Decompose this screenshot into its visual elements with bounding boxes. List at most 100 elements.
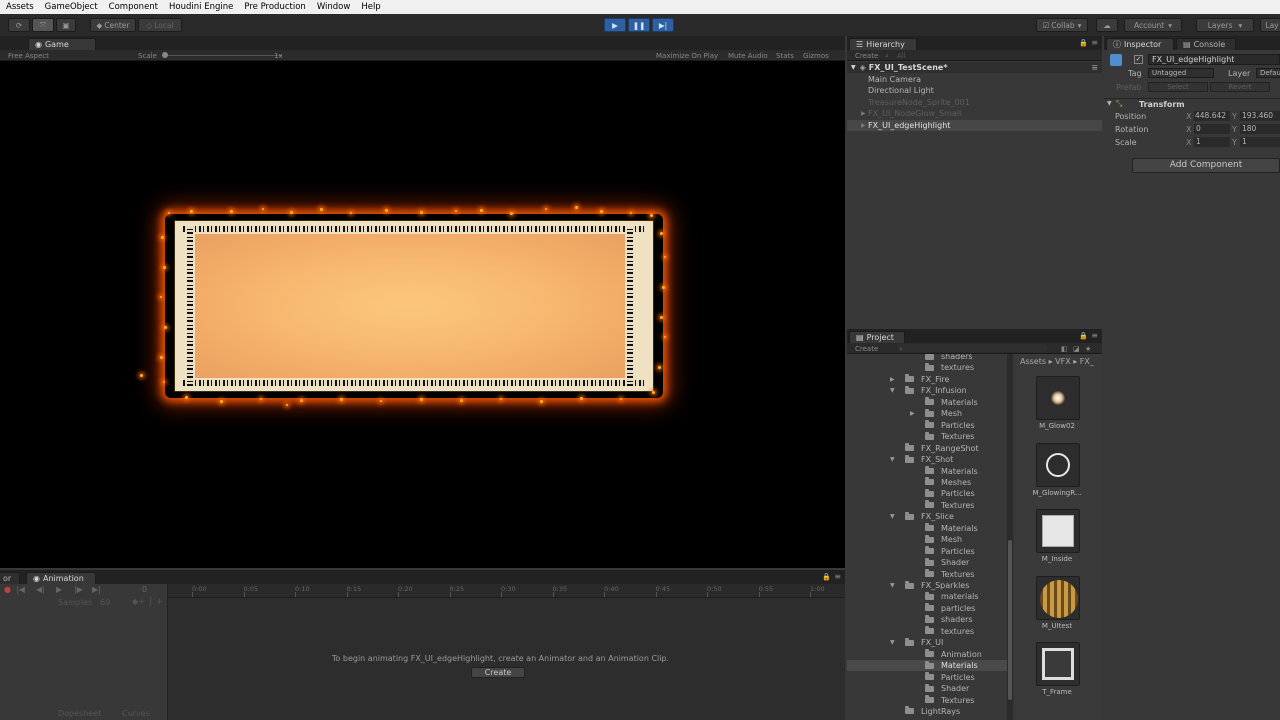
asset-thumbnail[interactable] xyxy=(1036,575,1080,620)
project-folder[interactable]: Materials xyxy=(847,466,1007,477)
step-button[interactable]: ▶| xyxy=(652,18,674,32)
add-keyframe-icon[interactable]: ◆+ xyxy=(132,597,145,606)
last-key-icon[interactable]: ▶| xyxy=(92,585,101,594)
menu-pre-production[interactable]: Pre Production xyxy=(244,2,305,12)
tab-game[interactable]: ◉ Game xyxy=(28,38,96,50)
project-folder[interactable]: LightRays xyxy=(847,706,1007,717)
filter-label-icon[interactable]: ◪ xyxy=(1073,345,1080,353)
asset-thumbnail[interactable] xyxy=(1036,376,1080,420)
project-folder[interactable]: textures xyxy=(847,362,1007,373)
first-key-icon[interactable]: |◀ xyxy=(16,585,25,594)
layers-dropdown[interactable]: Layers ▾ xyxy=(1196,18,1254,32)
tree-scrollbar[interactable] xyxy=(1007,354,1013,720)
menu-assets[interactable]: Assets xyxy=(6,2,34,12)
next-key-icon[interactable]: |▶ xyxy=(74,585,83,594)
timeline-ruler[interactable]: 0:00 0:05 0:10 0:15 0:20 0:25 0:30 0:35 0:40 0:45… xyxy=(168,584,845,598)
menu-window[interactable]: Window xyxy=(317,2,351,12)
rotation-y-field[interactable]: 180 xyxy=(1240,124,1280,134)
hierarchy-item[interactable]: Directional Light xyxy=(847,85,1102,96)
project-folder[interactable]: shaders xyxy=(847,354,1007,362)
record-icon[interactable]: ● xyxy=(4,585,11,594)
project-folder[interactable]: ▼ FX_Infusion xyxy=(847,385,1007,396)
tab-console[interactable]: ▤ Console xyxy=(1176,38,1236,50)
expand-arrow-icon[interactable]: ▼ xyxy=(890,639,895,646)
rect-tool-button[interactable]: ⤧ xyxy=(32,18,54,32)
stats-toggle[interactable]: Stats xyxy=(776,52,794,60)
project-folder[interactable]: Meshes xyxy=(847,477,1007,488)
object-name-field[interactable]: FX_UI_edgeHighlight xyxy=(1148,54,1280,65)
project-folder[interactable]: particles xyxy=(847,603,1007,614)
menu-houdini-engine[interactable]: Houdini Engine xyxy=(169,2,233,12)
asset-thumbnail[interactable] xyxy=(1036,509,1080,553)
dopesheet-tab[interactable]: Dopesheet xyxy=(58,709,101,718)
project-folder[interactable]: ▶ Mesh xyxy=(847,408,1007,419)
panel-menu-icon[interactable]: ≡ xyxy=(1091,331,1098,340)
panel-menu-icon[interactable]: ≡ xyxy=(834,572,841,581)
project-folder[interactable]: Materials xyxy=(847,660,1007,672)
project-folder[interactable]: Particles xyxy=(847,672,1007,683)
project-folder[interactable]: ▼ FX_Shot xyxy=(847,454,1007,465)
add-event-icon[interactable]: ▏+ xyxy=(150,597,163,606)
scale-slider-thumb[interactable] xyxy=(162,52,168,58)
project-folder[interactable]: Shader xyxy=(847,557,1007,568)
scene-menu-icon[interactable]: ≡ xyxy=(1091,63,1098,72)
samples-field[interactable]: 60 xyxy=(100,598,110,607)
expand-arrow-icon[interactable]: ▶ xyxy=(861,122,866,129)
project-folder[interactable]: textures xyxy=(847,626,1007,637)
scale-y-field[interactable]: 1 xyxy=(1240,137,1280,147)
menu-component[interactable]: Component xyxy=(109,2,158,12)
layer-dropdown[interactable]: Default xyxy=(1256,68,1280,78)
frame-field[interactable]: 0 xyxy=(142,585,147,594)
account-dropdown[interactable]: Account ▾ xyxy=(1124,18,1182,32)
project-folder[interactable]: shaders xyxy=(847,614,1007,625)
project-folder[interactable]: Textures xyxy=(847,431,1007,442)
pivot-local-button[interactable]: ◇ Local xyxy=(138,18,182,32)
tab-hierarchy[interactable]: ☰ Hierarchy xyxy=(849,38,917,50)
hierarchy-create-button[interactable]: Create xyxy=(855,52,878,60)
hierarchy-item[interactable]: ▶ FX_UI_edgeHighlight xyxy=(847,119,1102,131)
play-icon[interactable]: ▶ xyxy=(56,585,62,594)
tag-dropdown[interactable]: Untagged xyxy=(1148,68,1214,78)
asset-thumbnail[interactable] xyxy=(1036,642,1080,686)
mute-audio-toggle[interactable]: Mute Audio xyxy=(728,52,768,60)
tab-animator[interactable]: or xyxy=(0,572,20,584)
prefab-revert-button[interactable]: Revert xyxy=(1210,82,1270,92)
transform-tool-button[interactable]: ▣ xyxy=(56,18,76,32)
scale-x-field[interactable]: 1 xyxy=(1194,137,1230,147)
pause-button[interactable]: ❚❚ xyxy=(628,18,650,32)
cloud-button[interactable]: ☁ xyxy=(1096,18,1118,32)
add-component-button[interactable]: Add Component xyxy=(1132,158,1280,173)
project-folder[interactable]: Animation xyxy=(847,649,1007,660)
animation-create-button[interactable]: Create xyxy=(471,667,525,678)
scene-row[interactable]: ▼ ◈ FX_UI_TestScene* ≡ xyxy=(847,62,1102,73)
aspect-dropdown[interactable]: Free Aspect xyxy=(8,52,49,60)
gizmos-dropdown[interactable]: Gizmos xyxy=(803,52,829,60)
star-icon[interactable]: ★ xyxy=(1085,345,1091,353)
project-folder[interactable]: ▼ FX_UI xyxy=(847,637,1007,648)
project-folder[interactable]: Textures xyxy=(847,500,1007,511)
menu-gameobject[interactable]: GameObject xyxy=(45,2,98,12)
project-folder[interactable]: Textures xyxy=(847,569,1007,580)
tab-animation[interactable]: ◉ Animation xyxy=(26,572,96,584)
project-folder[interactable]: Particles xyxy=(847,546,1007,557)
lock-icon[interactable]: 🔒 xyxy=(1079,332,1088,340)
curves-tab[interactable]: Curves xyxy=(122,709,150,718)
project-folder[interactable]: Particles xyxy=(847,488,1007,499)
project-folder[interactable]: Materials xyxy=(847,523,1007,534)
hierarchy-item[interactable]: Main Camera xyxy=(847,74,1102,85)
lock-icon[interactable]: 🔒 xyxy=(822,573,831,581)
asset-thumbnail[interactable] xyxy=(1036,442,1080,487)
transform-header[interactable]: ▼ ⤡ Transform xyxy=(1104,98,1280,110)
expand-arrow-icon[interactable]: ▼ xyxy=(890,582,895,589)
prefab-select-button[interactable]: Select xyxy=(1148,82,1208,92)
rotate-tool-button[interactable]: ⟳ xyxy=(8,18,30,32)
active-checkbox[interactable]: ✓ xyxy=(1134,55,1143,64)
position-y-field[interactable]: 193.460 xyxy=(1240,111,1280,121)
panel-menu-icon[interactable]: ≡ xyxy=(1091,38,1098,47)
rotation-x-field[interactable]: 0 xyxy=(1194,124,1230,134)
project-folder[interactable]: Mesh xyxy=(847,534,1007,545)
position-x-field[interactable]: 448.642 xyxy=(1194,111,1230,121)
prev-key-icon[interactable]: ◀| xyxy=(36,585,45,594)
project-folder[interactable]: Particles xyxy=(847,420,1007,431)
expand-arrow-icon[interactable]: ▶ xyxy=(861,110,866,117)
